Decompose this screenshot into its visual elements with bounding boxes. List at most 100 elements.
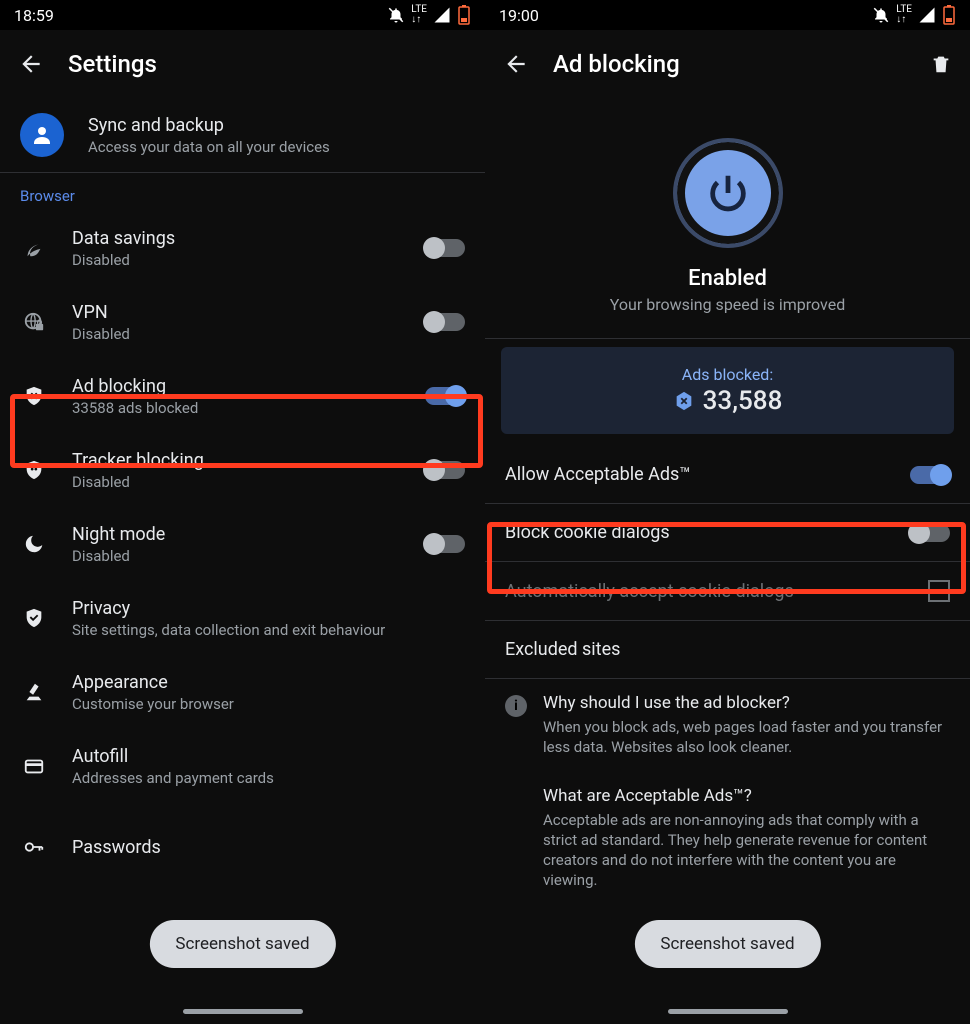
tracker-icon (23, 459, 45, 481)
enabled-label: Enabled (515, 266, 940, 291)
info-icon: i (505, 695, 527, 717)
enabled-sub: Your browsing speed is improved (515, 295, 940, 314)
brush-icon (23, 681, 45, 703)
stat-label: Ads blocked: (511, 365, 944, 384)
power-icon (705, 170, 751, 216)
notification-off-icon (872, 6, 890, 24)
item-title: Passwords (72, 837, 465, 858)
battery-icon (942, 5, 956, 25)
item-sub: Disabled (72, 547, 401, 565)
faq1-title: Why should I use the ad blocker? (543, 693, 950, 713)
faq2-body: Acceptable ads are non-annoying ads that… (543, 810, 950, 891)
row-night[interactable]: Night mode Disabled (0, 507, 485, 581)
sync-title: Sync and backup (88, 115, 465, 136)
auto-accept-label: Automatically accept cookie dialogs (505, 581, 794, 602)
page-header: Settings (0, 30, 485, 98)
trash-icon[interactable] (930, 52, 952, 76)
toggle-ad-blocking[interactable] (425, 387, 465, 405)
page-title: Settings (68, 50, 157, 78)
row-block-cookie[interactable]: Block cookie dialogs (485, 504, 970, 561)
item-sub: Disabled (72, 251, 401, 269)
nav-pill[interactable] (668, 1009, 788, 1014)
sync-sub: Access your data on all your devices (88, 138, 465, 156)
signal-icon (918, 6, 936, 24)
right-screenshot: 19:00 LTE↓↑ Ad blocking Enabled Your bro… (485, 0, 970, 1024)
adblock-content: Enabled Your browsing speed is improved … (485, 98, 970, 1024)
toggle-data-savings[interactable] (425, 239, 465, 257)
notification-off-icon (387, 6, 405, 24)
signal-icon (433, 6, 451, 24)
row-allow-aa[interactable]: Allow Acceptable Ads™ (485, 446, 970, 503)
row-excluded[interactable]: Excluded sites (485, 621, 970, 678)
item-sub: Site settings, data collection and exit … (72, 621, 465, 639)
lte-indicator: LTE↓↑ (896, 5, 912, 25)
row-privacy[interactable]: Privacy Site settings, data collection a… (0, 581, 485, 655)
item-sub: Disabled (72, 473, 401, 491)
row-tracker[interactable]: Tracker blocking Disabled (0, 433, 485, 507)
toggle-vpn[interactable] (425, 313, 465, 331)
page-header: Ad blocking (485, 30, 970, 98)
item-title: Privacy (72, 598, 465, 619)
shield-x-icon (23, 385, 45, 407)
toggle-tracker[interactable] (425, 461, 465, 479)
item-sub: Addresses and payment cards (72, 769, 465, 787)
divider (485, 338, 970, 339)
battery-icon (457, 5, 471, 25)
checkbox-auto-accept (928, 580, 950, 602)
ads-blocked-card: Ads blocked: 33,588 (501, 347, 954, 434)
toggle-allow-aa[interactable] (910, 466, 950, 484)
row-appearance[interactable]: Appearance Customise your browser (0, 655, 485, 729)
status-icons: LTE↓↑ (872, 5, 956, 25)
sync-row[interactable]: Sync and backup Access your data on all … (0, 98, 485, 172)
leaf-icon (23, 237, 45, 259)
faq1-body: When you block ads, web pages load faste… (543, 717, 950, 758)
excluded-label: Excluded sites (505, 639, 620, 660)
faq2-title: What are Acceptable Ads™? (543, 786, 950, 806)
card-icon (23, 755, 45, 777)
settings-content: Sync and backup Access your data on all … (0, 98, 485, 1024)
page-title: Ad blocking (553, 50, 680, 78)
moon-icon (23, 533, 45, 555)
toggle-block-cookie[interactable] (910, 524, 950, 542)
faq-2: What are Acceptable Ads™? Acceptable ads… (485, 772, 970, 905)
item-title: Night mode (72, 524, 401, 545)
row-passwords[interactable]: Passwords (0, 803, 485, 877)
row-autofill[interactable]: Autofill Addresses and payment cards (0, 729, 485, 803)
item-title: Tracker blocking (72, 450, 401, 471)
stat-value: 33,588 (703, 386, 783, 416)
clock: 18:59 (14, 6, 54, 25)
faq-1: i Why should I use the ad blocker? When … (485, 679, 970, 772)
power-button[interactable] (673, 138, 783, 248)
status-bar: 19:00 LTE↓↑ (485, 0, 970, 30)
toast: Screenshot saved (634, 920, 820, 968)
block-cookie-label: Block cookie dialogs (505, 522, 670, 543)
toast: Screenshot saved (149, 920, 335, 968)
back-arrow-icon[interactable] (503, 51, 529, 77)
row-auto-accept: Automatically accept cookie dialogs (485, 562, 970, 620)
toggle-night[interactable] (425, 535, 465, 553)
lte-indicator: LTE↓↑ (411, 5, 427, 25)
hex-x-icon (673, 390, 695, 412)
item-sub: Disabled (72, 325, 401, 343)
item-sub: Customise your browser (72, 695, 465, 713)
item-title: Appearance (72, 672, 465, 693)
key-icon (23, 836, 45, 858)
left-screenshot: 18:59 LTE↓↑ Settings Sync and backup Acc… (0, 0, 485, 1024)
shield-check-icon (23, 607, 45, 629)
globe-lock-icon (23, 311, 45, 333)
clock: 19:00 (499, 6, 539, 25)
status-bar: 18:59 LTE↓↑ (0, 0, 485, 30)
item-title: Autofill (72, 746, 465, 767)
back-arrow-icon[interactable] (18, 51, 44, 77)
status-icons: LTE↓↑ (387, 5, 471, 25)
nav-pill[interactable] (183, 1009, 303, 1014)
row-vpn[interactable]: VPN Disabled (0, 285, 485, 359)
section-browser: Browser (0, 173, 485, 211)
row-data-savings[interactable]: Data savings Disabled (0, 211, 485, 285)
item-title: Ad blocking (72, 376, 401, 397)
item-title: Data savings (72, 228, 401, 249)
row-ad-blocking[interactable]: Ad blocking 33588 ads blocked (0, 359, 485, 433)
avatar-icon (20, 113, 64, 157)
allow-aa-label: Allow Acceptable Ads™ (505, 464, 691, 485)
item-title: VPN (72, 302, 401, 323)
